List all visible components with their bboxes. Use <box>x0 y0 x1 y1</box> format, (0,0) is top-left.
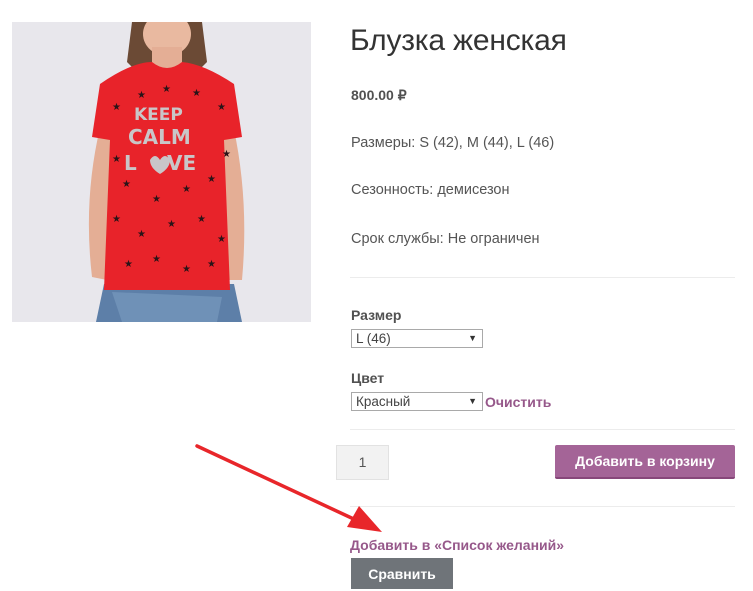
svg-text:★: ★ <box>137 90 146 101</box>
svg-text:★: ★ <box>217 102 226 113</box>
svg-text:★: ★ <box>207 174 216 185</box>
add-to-wishlist-link[interactable]: Добавить в «Список желаний» <box>350 537 564 553</box>
size-select-value: L (46) <box>356 331 391 346</box>
svg-text:★: ★ <box>167 219 176 230</box>
svg-text:★: ★ <box>162 84 171 95</box>
svg-text:★: ★ <box>217 234 226 245</box>
svg-text:★: ★ <box>207 259 216 270</box>
shirt-text-line3a: L <box>124 151 137 175</box>
divider <box>350 277 735 278</box>
svg-text:★: ★ <box>112 154 121 165</box>
svg-text:★: ★ <box>112 214 121 225</box>
svg-text:★: ★ <box>182 264 191 275</box>
add-to-cart-button[interactable]: Добавить в корзину <box>555 445 735 479</box>
shirt-text-line1: KEEP <box>134 105 183 125</box>
svg-text:★: ★ <box>124 259 133 270</box>
product-image[interactable]: ★ ★ ★ ★ ★ ★ ★ ★ ★ ★ ★ ★ ★ ★ ★ ★ ★ ★ ★ ★ KEEP CALM L V… <box>12 22 311 322</box>
product-title: Блузка женская <box>350 24 567 57</box>
svg-text:★: ★ <box>152 254 161 265</box>
shirt-text-line3b: VE <box>167 151 196 175</box>
svg-text:★: ★ <box>192 88 201 99</box>
clear-variations-link[interactable]: Очистить <box>485 394 551 410</box>
compare-button[interactable]: Сравнить <box>351 558 453 589</box>
color-label: Цвет <box>351 370 385 386</box>
svg-text:★: ★ <box>152 194 161 205</box>
attribute-sizes: Размеры: S (42), M (44), L (46) <box>351 135 555 151</box>
size-label: Размер <box>351 307 402 323</box>
chevron-down-icon: ▼ <box>468 333 477 343</box>
chevron-down-icon: ▼ <box>468 396 477 406</box>
svg-text:★: ★ <box>197 214 206 225</box>
size-select[interactable]: L (46) ▼ <box>351 329 483 348</box>
divider <box>350 506 735 507</box>
attribute-lifetime: Срок службы: Не ограничен <box>351 231 540 247</box>
svg-text:★: ★ <box>122 179 131 190</box>
color-select-value: Красный <box>356 394 411 409</box>
svg-text:★: ★ <box>222 149 231 160</box>
svg-text:★: ★ <box>112 102 121 113</box>
shirt-text-line2: CALM <box>128 125 191 149</box>
divider <box>350 429 735 430</box>
color-select[interactable]: Красный ▼ <box>351 392 483 411</box>
product-price: 800.00 ₽ <box>351 87 407 103</box>
quantity-input[interactable]: 1 <box>336 445 389 480</box>
svg-text:★: ★ <box>137 229 146 240</box>
product-photo: ★ ★ ★ ★ ★ ★ ★ ★ ★ ★ ★ ★ ★ ★ ★ ★ ★ ★ ★ ★ KEEP CALM L V… <box>12 22 311 322</box>
attribute-season: Сезонность: демисезон <box>351 182 510 198</box>
svg-text:★: ★ <box>182 184 191 195</box>
